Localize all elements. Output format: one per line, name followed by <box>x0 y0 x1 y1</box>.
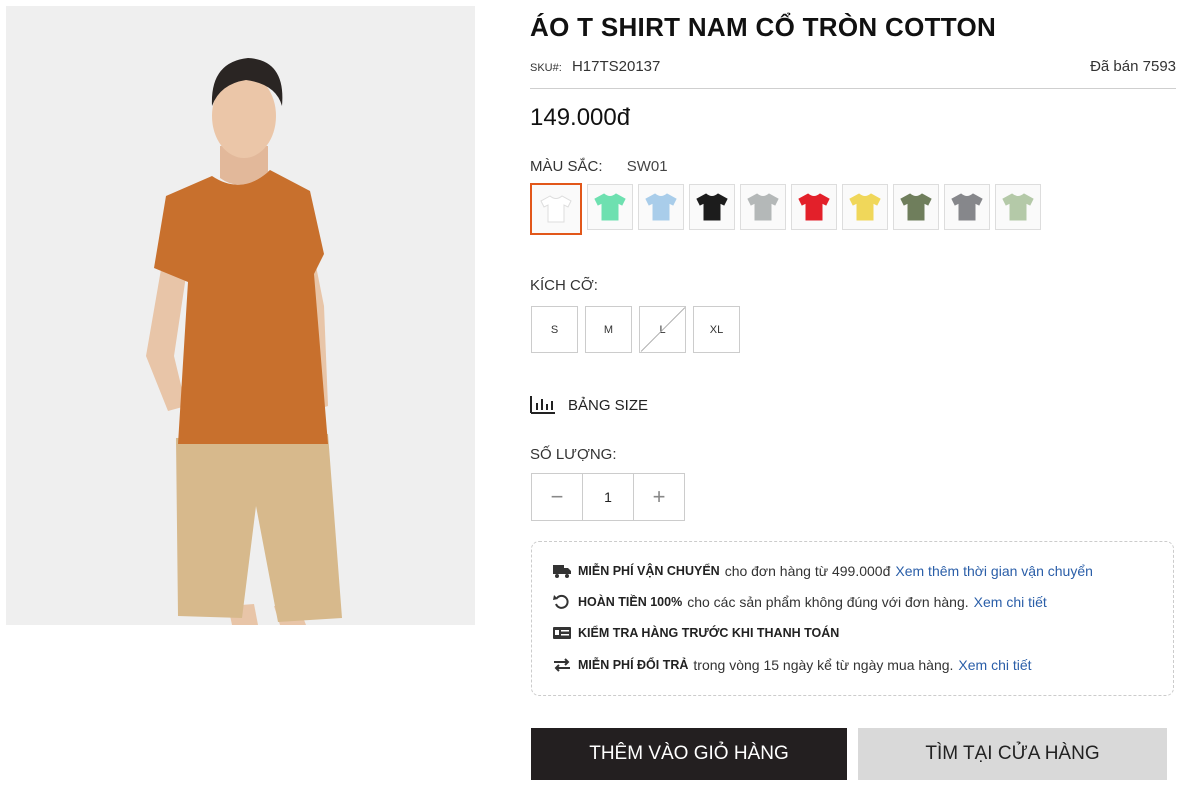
color-swatch[interactable] <box>791 184 837 230</box>
color-label: MÀU SẮC: <box>530 158 603 175</box>
color-swatch[interactable] <box>530 183 582 235</box>
color-swatch[interactable] <box>740 184 786 230</box>
size-chart-link[interactable]: BẢNG SIZE <box>530 395 648 415</box>
policy-box: MIỄN PHÍ VẬN CHUYỂN cho đơn hàng từ 499.… <box>531 541 1174 696</box>
tshirt-icon <box>849 193 881 221</box>
refund-icon <box>553 594 569 609</box>
policy-title: KIỂM TRA HÀNG TRƯỚC KHI THANH TOÁN <box>578 626 840 640</box>
tshirt-icon <box>1002 193 1034 221</box>
policy-row-refund: HOÀN TIỀN 100% cho các sản phẩm không đú… <box>552 594 1047 610</box>
truck-icon <box>553 565 571 578</box>
color-swatch[interactable] <box>944 184 990 230</box>
quantity-increase-button[interactable]: + <box>634 474 684 520</box>
color-swatch[interactable] <box>638 184 684 230</box>
exchange-detail-link[interactable]: Xem chi tiết <box>958 657 1031 673</box>
size-option-m[interactable]: M <box>585 306 632 353</box>
tshirt-icon <box>594 193 626 221</box>
selected-color-code: SW01 <box>626 158 668 175</box>
policy-row-exchange: MIỄN PHÍ ĐỔI TRẢ trong vòng 15 ngày kể t… <box>552 657 1032 673</box>
tshirt-icon <box>747 193 779 221</box>
policy-row-inspection: KIỂM TRA HÀNG TRƯỚC KHI THANH TOÁN <box>552 625 844 641</box>
color-swatch[interactable] <box>587 184 633 230</box>
tshirt-icon <box>696 193 728 221</box>
quantity-label: SỐ LƯỢNG: <box>530 446 617 463</box>
size-option-s[interactable]: S <box>531 306 578 353</box>
sku-label: SKU#: <box>530 62 562 74</box>
policy-title: MIỄN PHÍ VẬN CHUYỂN <box>578 564 720 578</box>
bar-chart-icon <box>530 396 555 414</box>
policy-row-shipping: MIỄN PHÍ VẬN CHUYỂN cho đơn hàng từ 499.… <box>552 563 1093 579</box>
color-swatch[interactable] <box>995 184 1041 230</box>
tshirt-icon <box>900 193 932 221</box>
shipping-info-link[interactable]: Xem thêm thời gian vận chuyển <box>895 563 1093 579</box>
sold-count: Đã bán 7593 <box>1090 58 1176 75</box>
size-chart-label: BẢNG SIZE <box>568 396 649 414</box>
tshirt-icon <box>645 193 677 221</box>
tshirt-icon <box>798 193 830 221</box>
color-swatch[interactable] <box>689 184 735 230</box>
policy-title: HOÀN TIỀN 100% <box>578 595 683 609</box>
payment-card-icon <box>553 627 571 639</box>
product-image[interactable] <box>6 6 475 625</box>
color-label-row: MÀU SẮC: SW01 <box>530 158 668 175</box>
sku-value: H17TS20137 <box>571 58 661 75</box>
product-title: ÁO T SHIRT NAM CỔ TRÒN COTTON <box>530 12 997 42</box>
tshirt-icon <box>540 195 572 223</box>
quantity-stepper: − 1 + <box>531 473 685 521</box>
quantity-input[interactable]: 1 <box>582 474 634 520</box>
size-option-l[interactable]: L <box>639 306 686 353</box>
policy-text: cho các sản phẩm không đúng với đơn hàng… <box>687 594 969 610</box>
size-option-xl[interactable]: XL <box>693 306 740 353</box>
policy-title: MIỄN PHÍ ĐỔI TRẢ <box>578 658 689 672</box>
sku-row: SKU#: H17TS20137 Đã bán 7593 <box>530 58 1176 89</box>
add-to-cart-button[interactable]: THÊM VÀO GIỎ HÀNG <box>531 728 847 780</box>
size-options: S M L XL <box>531 306 740 353</box>
quantity-decrease-button[interactable]: − <box>532 474 582 520</box>
exchange-icon <box>554 658 570 672</box>
product-price: 149.000đ <box>530 104 631 131</box>
find-in-store-button[interactable]: TÌM TẠI CỬA HÀNG <box>858 728 1167 780</box>
policy-text: cho đơn hàng từ 499.000đ <box>724 563 891 579</box>
refund-detail-link[interactable]: Xem chi tiết <box>974 594 1047 610</box>
policy-text: trong vòng 15 ngày kể từ ngày mua hàng. <box>693 657 954 673</box>
size-label: KÍCH CỠ: <box>530 277 598 294</box>
color-swatches <box>530 183 1041 235</box>
color-swatch[interactable] <box>893 184 939 230</box>
tshirt-icon <box>951 193 983 221</box>
color-swatch[interactable] <box>842 184 888 230</box>
